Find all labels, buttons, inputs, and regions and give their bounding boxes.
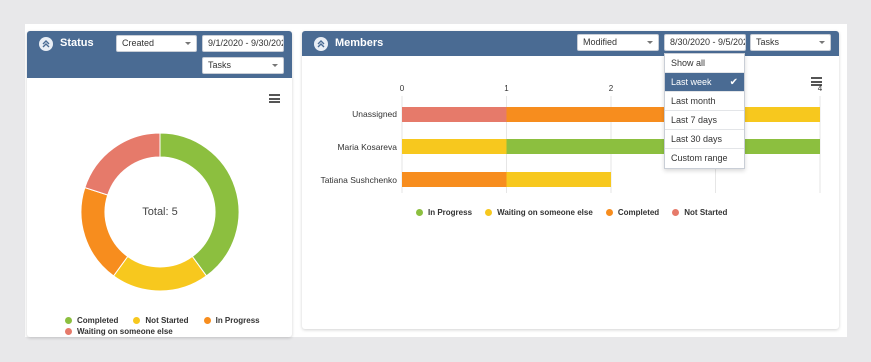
members-panel: Members Modified 8/30/2020 - 9/5/2020 Ta… [302,31,839,329]
bar-segment-completed[interactable] [402,172,507,187]
dropdown-option-last-week[interactable]: Last week ✔ [665,73,744,92]
bar-segment-waiting-on-someone-else[interactable] [506,172,612,187]
x-tick-label: 1 [504,84,509,93]
legend-dot [203,317,211,324]
x-tick-label: 0 [400,84,405,93]
dropdown-option-show-all[interactable]: Show all [665,54,744,73]
legend-dot [416,209,423,216]
legend-item-waiting[interactable]: Waiting on someone else [485,208,593,217]
legend-item-not-started[interactable]: Not Started [133,316,189,325]
x-tick-label: 4 [818,84,823,93]
row-label-tatiana: Tatiana Sushchenko [320,175,397,185]
status-panel: Status Created 9/1/2020 - 9/30/2020 Task… [27,31,292,337]
legend-label: Not Started [684,208,728,217]
legend-dot [672,209,680,216]
row-label-maria: Maria Kosareva [337,142,397,152]
bar-segment-waiting-on-someone-else[interactable] [402,139,507,154]
donut-slice-waiting-on-someone-else[interactable] [84,132,161,196]
legend-label: Waiting on someone else [497,208,593,217]
legend-dot [65,317,72,324]
legend-item-in-progress[interactable]: In Progress [416,208,472,217]
dropdown-option-label: Last week [671,77,712,87]
donut-slice-not-started[interactable] [112,255,208,292]
row-label-unassigned: Unassigned [352,109,397,119]
donut-slice-completed[interactable] [159,132,240,277]
legend-label: Not Started [145,316,189,325]
legend-label: Completed [77,316,119,325]
donut-slice-in-progress[interactable] [80,186,129,277]
legend-item-not-started[interactable]: Not Started [672,208,727,217]
legend-label: Waiting on someone else [77,327,173,336]
status-donut-chart [80,132,240,292]
members-legend: In Progress Waiting on someone else Comp… [416,207,727,219]
legend-item-waiting[interactable]: Waiting on someone else [65,327,173,336]
legend-label: In Progress [215,316,260,325]
bar-segment-not-started[interactable] [402,107,507,122]
legend-label: Completed [617,208,660,217]
dropdown-option-last-30-days[interactable]: Last 30 days [665,130,744,149]
legend-item-completed[interactable]: Completed [65,316,118,325]
legend-dot [133,317,141,324]
legend-dot [485,209,493,216]
dropdown-option-custom-range[interactable]: Custom range [665,149,744,168]
legend-item-completed[interactable]: Completed [605,208,660,217]
check-icon: ✔ [729,77,738,88]
legend-label: In Progress [428,208,473,217]
donut-center-label: Total: 5 [142,206,178,218]
dropdown-option-last-7-days[interactable]: Last 7 days [665,111,744,130]
dropdown-option-last-month[interactable]: Last month [665,92,744,111]
date-range-dropdown: Show all Last week ✔ Last month Last 7 da… [664,53,745,169]
x-tick-label: 2 [609,84,614,93]
legend-dot [605,209,613,216]
status-legend-row-2: Waiting on someone else [65,326,173,337]
legend-dot [65,328,72,335]
legend-item-in-progress[interactable]: In Progress [203,316,260,325]
